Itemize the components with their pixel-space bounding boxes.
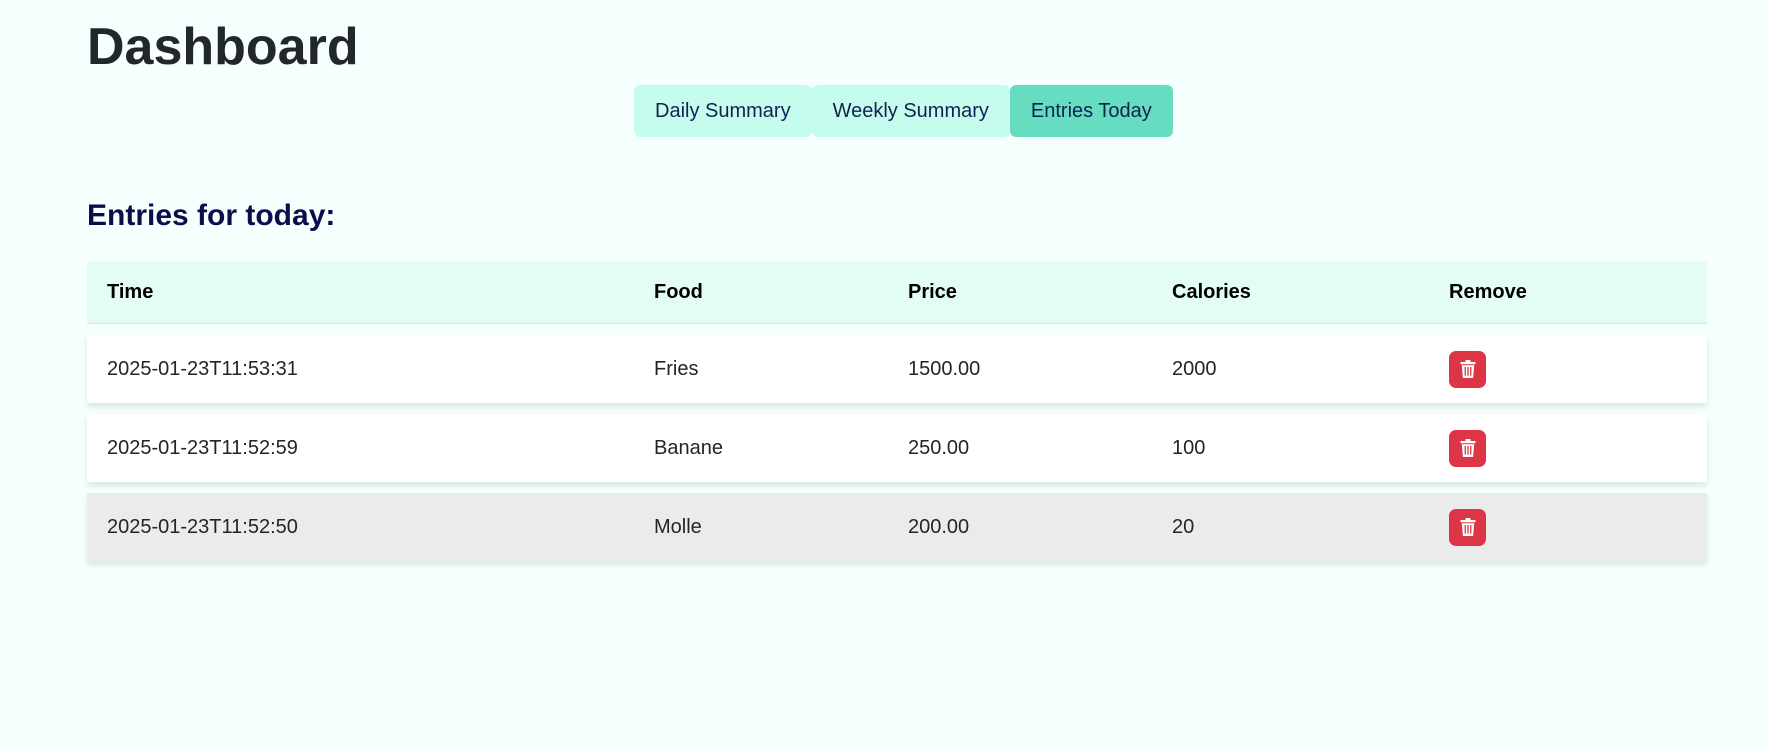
cell-food: Banane (654, 436, 723, 459)
page-title: Dashboard (87, 18, 359, 76)
section-heading: Entries for today: (87, 199, 336, 232)
column-header-food: Food (654, 281, 703, 303)
tab-weekly-summary[interactable]: Weekly Summary (811, 85, 1010, 137)
table-row: 2025-01-23T11:52:50 Molle 200.00 20 (87, 493, 1707, 561)
trash-icon (1460, 518, 1475, 536)
summary-tabs: Daily Summary Weekly Summary Entries Tod… (634, 85, 1173, 137)
column-header-price: Price (908, 281, 957, 303)
trash-icon (1460, 360, 1475, 378)
cell-remove (1449, 350, 1707, 388)
cell-time: 2025-01-23T11:52:59 (107, 436, 298, 459)
cell-price: 200.00 (908, 515, 970, 538)
table-row: 2025-01-23T11:52:59 Banane 250.00 100 (87, 414, 1707, 482)
table-row: 2025-01-23T11:53:31 Fries 1500.00 2000 (87, 335, 1707, 403)
delete-entry-button[interactable] (1449, 508, 1486, 546)
delete-entry-button[interactable] (1449, 350, 1486, 388)
column-header-remove: Remove (1449, 281, 1527, 303)
dashboard-page: Dashboard Daily Summary Weekly Summary E… (0, 0, 1768, 750)
column-header-time: Time (107, 281, 154, 303)
delete-entry-button[interactable] (1449, 429, 1486, 467)
column-header-calories: Calories (1172, 281, 1251, 303)
cell-price: 250.00 (908, 436, 970, 459)
cell-food: Fries (654, 357, 699, 380)
cell-price: 1500.00 (908, 357, 981, 380)
tab-daily-summary[interactable]: Daily Summary (634, 85, 812, 137)
cell-calories: 20 (1172, 515, 1195, 538)
cell-remove (1449, 429, 1707, 467)
cell-time: 2025-01-23T11:53:31 (107, 357, 298, 380)
tab-entries-today[interactable]: Entries Today (1009, 85, 1173, 137)
table-header: Time Food Price Calories Remove (87, 262, 1707, 324)
cell-time: 2025-01-23T11:52:50 (107, 515, 298, 538)
cell-food: Molle (654, 515, 702, 538)
cell-calories: 100 (1172, 436, 1206, 459)
trash-icon (1460, 439, 1475, 457)
cell-calories: 2000 (1172, 357, 1217, 380)
cell-remove (1449, 508, 1707, 546)
entries-table: Time Food Price Calories Remove 2025-01-… (87, 262, 1707, 561)
